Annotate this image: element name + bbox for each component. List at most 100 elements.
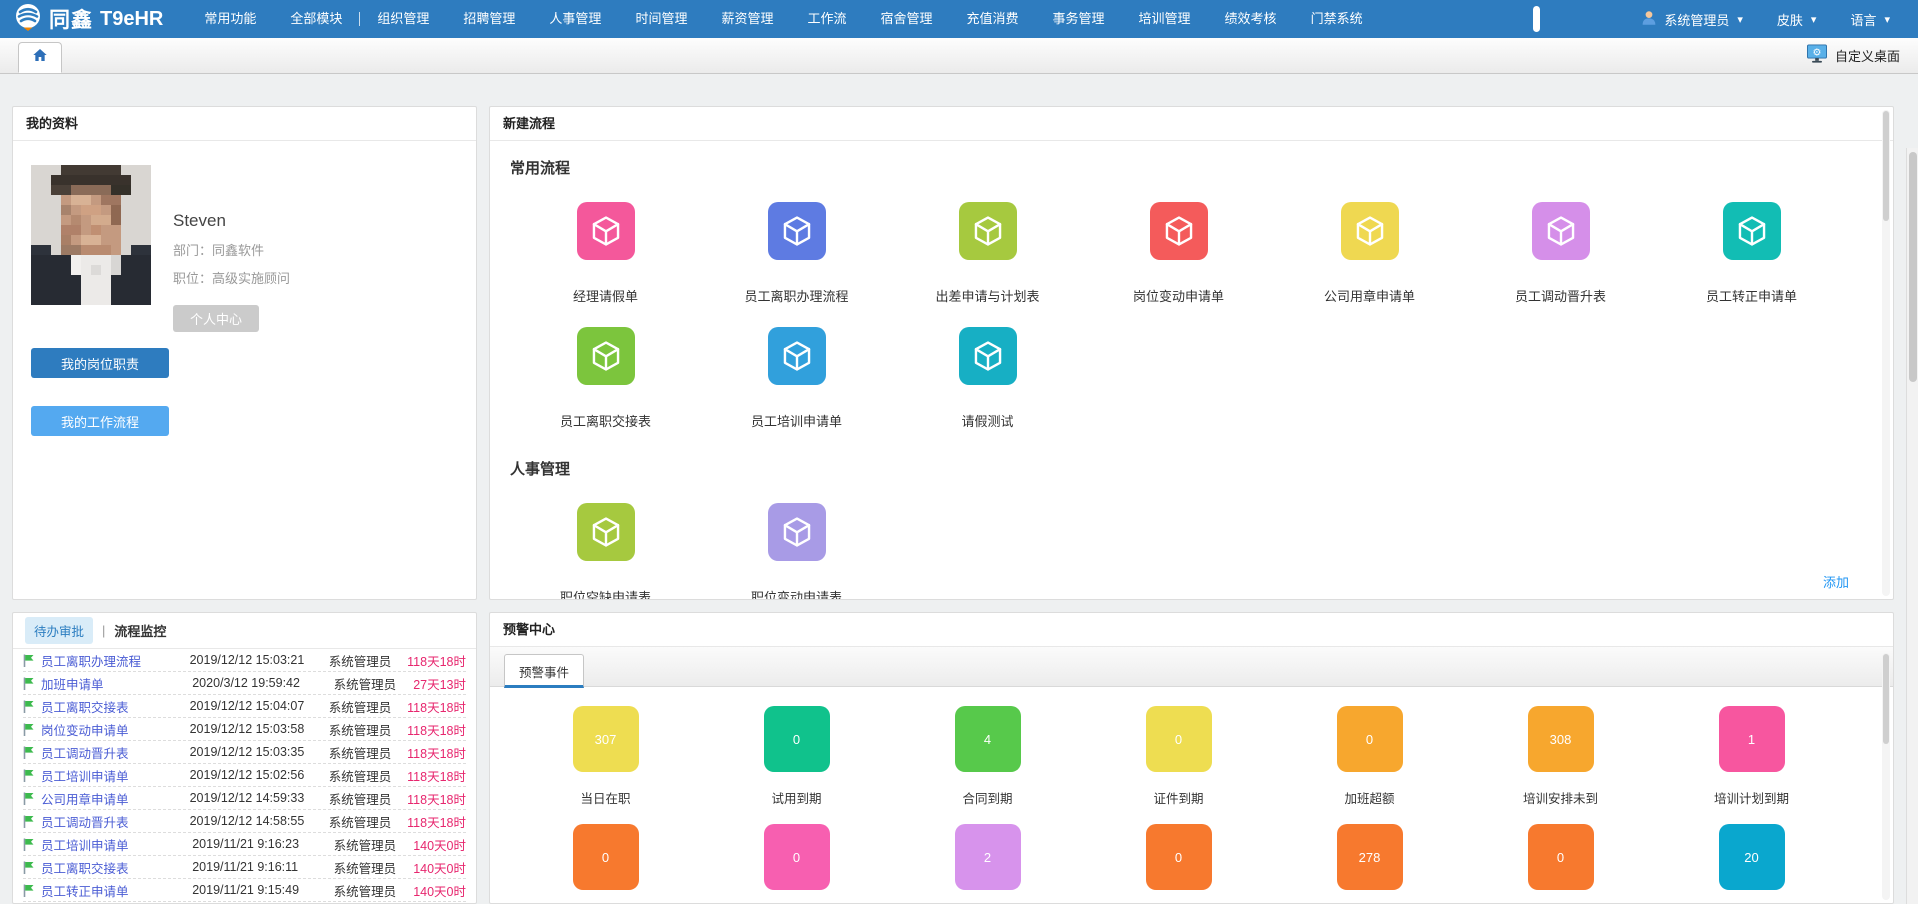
language-menu[interactable]: 语言	[1850, 10, 1890, 29]
nav-scrollbar-thumb[interactable]	[1533, 6, 1540, 32]
my-workflow-button[interactable]: 我的工作流程	[31, 406, 169, 436]
process-shortcut[interactable]: 出差申请与计划表	[892, 202, 1083, 305]
alert-count-tile: 307	[573, 706, 639, 772]
todo-panel: 待办审批 | 流程监控 员工离职办理流程 2019/12/12 15:03:21…	[12, 612, 477, 904]
alert-tile-cell[interactable]: 20	[1656, 824, 1847, 904]
process-shortcut[interactable]: 请假测试	[892, 327, 1083, 430]
svg-text:⚙: ⚙	[1813, 47, 1822, 58]
process-shortcut[interactable]: 经理请假单	[510, 202, 701, 305]
todo-row: 员工调动晋升表 2019/12/12 15:03:35 系统管理员 118天18…	[23, 741, 466, 764]
alert-count-tile: 0	[764, 706, 830, 772]
customize-desktop-button[interactable]: ⚙ 自定义桌面	[1806, 37, 1900, 73]
todo-link[interactable]: 员工调动晋升表	[23, 812, 190, 831]
alert-tile-cell[interactable]: 0 加班超额	[1274, 706, 1465, 804]
profile-position: 职位：高级实施顾问	[173, 268, 290, 287]
todo-duration: 118天18时	[407, 812, 466, 831]
tab-bar: ⚙ 自定义桌面	[0, 38, 1918, 74]
skin-menu[interactable]: 皮肤	[1777, 10, 1817, 29]
flag-icon	[23, 815, 35, 828]
tab-process-monitor[interactable]: 流程监控	[114, 621, 166, 640]
panel-scrollbar[interactable]	[1882, 653, 1890, 900]
nav-menu-item[interactable]: 事务管理	[1036, 0, 1122, 38]
process-shortcut[interactable]: 员工离职办理流程	[701, 202, 892, 305]
todo-duration: 118天18时	[407, 697, 466, 716]
process-shortcut[interactable]: 职位变动申请表	[701, 503, 892, 600]
todo-link[interactable]: 员工离职交接表	[23, 697, 190, 716]
todo-date: 2019/12/12 14:58:55	[190, 814, 329, 828]
flag-icon	[23, 700, 35, 713]
alert-tile-cell[interactable]: 278	[1274, 824, 1465, 904]
user-avatar-icon	[1640, 9, 1658, 30]
alert-tile-cell[interactable]: 0	[701, 824, 892, 904]
todo-user: 系统管理员	[334, 881, 414, 900]
alert-tile-cell[interactable]: 0	[510, 824, 701, 904]
page-scrollbar[interactable]	[1906, 148, 1918, 904]
todo-link[interactable]: 公司用章申请单	[23, 789, 190, 808]
process-shortcut[interactable]: 岗位变动申请单	[1083, 202, 1274, 305]
process-label: 员工调动晋升表	[1515, 286, 1606, 305]
alert-count-tile: 0	[764, 824, 830, 890]
home-tab[interactable]	[18, 42, 62, 73]
todo-link[interactable]: 加班申请单	[23, 674, 192, 693]
alert-tile-cell[interactable]: 0	[1083, 824, 1274, 904]
nav-menu-item[interactable]: 绩效考核	[1208, 0, 1294, 38]
todo-link[interactable]: 员工离职交接表	[23, 858, 192, 877]
nav-menu-item[interactable]: 充值消费	[950, 0, 1036, 38]
todo-duration: 140天0时	[413, 858, 466, 877]
alert-count-tile: 278	[1337, 824, 1403, 890]
alert-label: 试用到期	[771, 788, 821, 804]
todo-row: 员工转正申请单 2019/11/21 9:15:49 系统管理员 140天0时	[23, 879, 466, 902]
process-shortcut[interactable]: 员工培训申请单	[701, 327, 892, 430]
todo-link[interactable]: 员工调动晋升表	[23, 743, 190, 762]
todo-link[interactable]: 员工离职办理流程	[23, 651, 190, 670]
todo-row: 员工培训申请单 2019/12/12 15:02:56 系统管理员 118天18…	[23, 764, 466, 787]
todo-row: 员工培训申请单 2019/11/21 9:16:23 系统管理员 140天0时	[23, 833, 466, 856]
alert-tile-cell[interactable]: 4 合同到期	[892, 706, 1083, 804]
tab-alert-events[interactable]: 预警事件	[504, 654, 584, 688]
nav-menu-item[interactable]: 薪资管理	[704, 0, 790, 38]
tab-todo-approval[interactable]: 待办审批	[25, 617, 93, 644]
process-label: 出差申请与计划表	[935, 286, 1039, 305]
nav-menu-item[interactable]: 全部模块	[273, 0, 359, 38]
alert-tile-cell[interactable]: 2	[892, 824, 1083, 904]
nav-menu-item[interactable]: 宿舍管理	[863, 0, 949, 38]
nav-menu-item[interactable]: 工作流	[790, 0, 863, 38]
alert-tile-cell[interactable]: 0 试用到期	[701, 706, 892, 804]
nav-menu-item[interactable]: 人事管理	[532, 0, 618, 38]
process-shortcut[interactable]: 员工调动晋升表	[1465, 202, 1656, 305]
nav-menu-item[interactable]: 组织管理	[360, 0, 446, 38]
profile-panel-title: 我的资料	[13, 107, 476, 141]
todo-link[interactable]: 岗位变动申请单	[23, 720, 190, 739]
customize-desktop-label: 自定义桌面	[1835, 46, 1900, 65]
alert-count-tile: 0	[1146, 824, 1212, 890]
nav-menu-item[interactable]: 招聘管理	[446, 0, 532, 38]
nav-menu-item[interactable]: 培训管理	[1122, 0, 1208, 38]
nav-menu-item[interactable]: 常用功能	[187, 0, 273, 38]
process-shortcut[interactable]: 公司用章申请单	[1274, 202, 1465, 305]
process-shortcut[interactable]: 职位空缺申请表	[510, 503, 701, 600]
app-logo[interactable]: 同鑫 T9eHR	[14, 3, 163, 36]
my-duty-button[interactable]: 我的岗位职责	[31, 348, 169, 378]
nav-menu-item[interactable]: 时间管理	[618, 0, 704, 38]
todo-link[interactable]: 员工培训申请单	[23, 835, 192, 854]
process-cube-icon	[959, 327, 1017, 385]
logo-text-cn: 同鑫	[49, 4, 93, 34]
process-cube-icon	[768, 327, 826, 385]
alert-count-tile: 4	[955, 706, 1021, 772]
alert-tile-cell[interactable]: 307 当日在职	[510, 706, 701, 804]
panel-scrollbar[interactable]	[1882, 110, 1890, 596]
alert-tile-cell[interactable]: 1 培训计划到期	[1656, 706, 1847, 804]
todo-link[interactable]: 员工培训申请单	[23, 766, 190, 785]
process-cube-icon	[577, 202, 635, 260]
add-link[interactable]: 添加	[1823, 572, 1849, 591]
todo-link[interactable]: 员工转正申请单	[23, 881, 192, 900]
nav-menu-item[interactable]: 门禁系统	[1294, 0, 1380, 38]
alert-tile-cell[interactable]: 308 培训安排未到	[1465, 706, 1656, 804]
alert-tile-cell[interactable]: 0 证件到期	[1083, 706, 1274, 804]
alert-tile-cell[interactable]: 0	[1465, 824, 1656, 904]
process-shortcut[interactable]: 员工转正申请单	[1656, 202, 1847, 305]
personal-center-button[interactable]: 个人中心	[173, 305, 259, 332]
user-menu[interactable]: 系统管理员	[1640, 9, 1743, 30]
process-label: 员工离职办理流程	[744, 286, 848, 305]
process-shortcut[interactable]: 员工离职交接表	[510, 327, 701, 430]
